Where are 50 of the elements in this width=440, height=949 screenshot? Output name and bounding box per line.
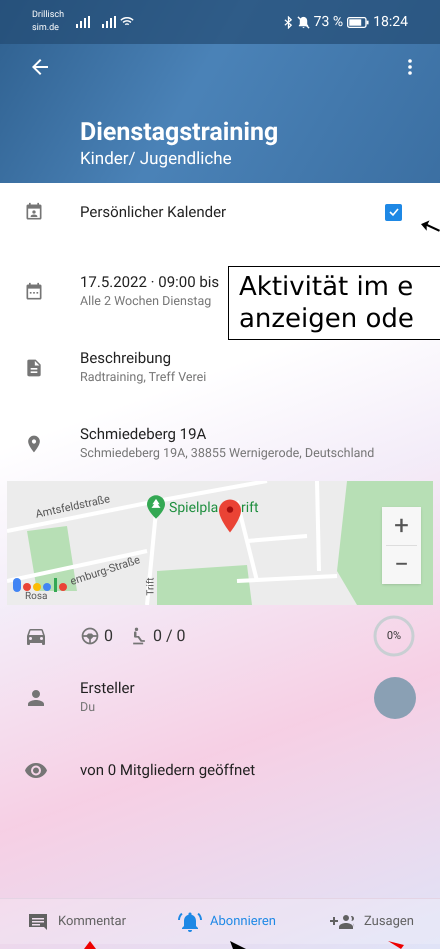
avatar	[374, 677, 416, 719]
street-label: Trift	[144, 577, 158, 596]
calendar-icon	[24, 282, 44, 302]
pointer-arrow-icon	[84, 941, 96, 949]
address-text: Schmiedeberg 19A, 38855 Wernigerode, Deutschland	[80, 445, 374, 463]
address-title: Schmiedeberg 19A	[80, 424, 206, 444]
callout-text: Aktivität im e	[239, 271, 414, 303]
map-pin-icon	[219, 499, 241, 533]
progress-percent: 0%	[386, 628, 402, 644]
seat-count: 0 / 0	[153, 625, 186, 647]
nav-tab[interactable]: Zusagen	[320, 910, 422, 934]
more-options-icon[interactable]	[408, 59, 412, 75]
place-label: rift	[241, 499, 259, 518]
creator-name: Du	[80, 699, 96, 717]
nav-tab[interactable]: Kommentar	[18, 910, 134, 934]
clock-time: 18:24	[373, 12, 408, 32]
zoom-in-button[interactable]: +	[382, 507, 421, 545]
calendar-label: Persönlicher Kalender	[80, 202, 226, 222]
battery-percent: 73 %	[314, 12, 344, 32]
pointer-arrow-icon	[388, 941, 404, 949]
progress-ring	[373, 615, 415, 657]
description-text: Radtraining, Treff Verei	[80, 369, 206, 387]
driver-count: 0	[104, 625, 113, 647]
calendar-person-icon	[24, 202, 44, 222]
calendar-checkbox[interactable]	[385, 204, 402, 220]
carrier-name: sim.de	[32, 22, 60, 35]
description-title: Beschreibung	[80, 348, 172, 368]
creator-title: Ersteller	[80, 678, 135, 698]
muted-bell-icon	[296, 16, 310, 28]
zoom-out-button[interactable]: −	[382, 546, 421, 584]
event-title: Dienstagstraining	[80, 119, 280, 147]
pointer-arrow-icon	[421, 220, 440, 234]
steering-wheel-icon	[80, 626, 100, 646]
street-label: Rosa	[25, 590, 48, 604]
views-text: von 0 Mitgliedern geöffnet	[80, 760, 256, 780]
check-icon	[388, 206, 400, 218]
tree-marker-icon	[147, 495, 165, 519]
event-subtitle: Kinder/ Jugendliche	[80, 148, 233, 171]
bell-icon	[178, 910, 202, 934]
date-time-text: 17.5.2022 · 09:00 bis	[80, 272, 220, 292]
place-label: Spielpla	[169, 499, 218, 518]
recurrence-text: Alle 2 Wochen Dienstag	[80, 293, 212, 311]
pointer-arrow-icon	[230, 941, 246, 949]
bluetooth-icon	[284, 16, 293, 28]
signal-icon	[76, 16, 90, 28]
battery-icon	[347, 16, 370, 28]
callout-text: anzeigen ode	[239, 303, 415, 335]
signal-icon	[102, 16, 116, 28]
carrier-name: Drillisch	[32, 9, 64, 22]
wifi-icon	[120, 16, 134, 28]
